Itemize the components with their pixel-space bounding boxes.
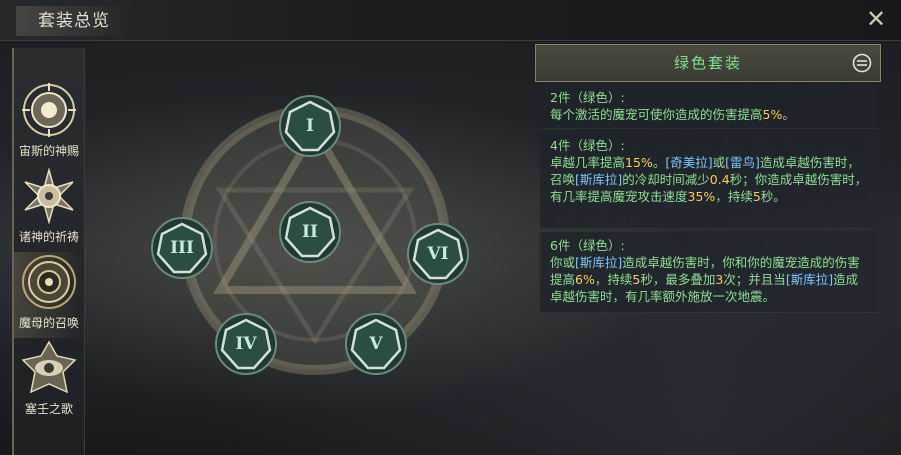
bonus-description: 卓越几率提高15%。[奇美拉]或[雷鸟]造成卓越伤害时，召唤[斯库拉]的冷却时间… [550,154,870,205]
pet-name: [斯库拉] [785,272,834,287]
bonus-text: 秒。 [760,189,786,204]
sun-emblem-icon [22,83,76,137]
bonus-tier-heading: 6件（绿色）: [550,238,625,253]
bonus-text: 。 [652,155,666,170]
set-piece-slot-5[interactable]: V [344,312,408,376]
set-piece-slot-1[interactable]: I [278,94,342,158]
sidebar-item-gods-prayer[interactable]: 诸神的祈祷 [14,166,84,252]
set-sigil-diagram: I II III IV V VI [150,80,480,400]
bonus-text: 秒，最多叠加 [640,272,716,287]
slot-numeral: V [369,334,383,354]
close-icon[interactable]: ✕ [861,4,891,34]
set-bonus-4pc: 4件（绿色）: 卓越几率提高15%。[奇美拉]或[雷鸟]造成卓越伤害时，召唤[斯… [540,132,878,229]
set-bonus-6pc: 6件（绿色）: 你或[斯库拉]造成卓越伤害时，你和你的魔宠造成的伤害提高6%，持… [540,232,878,313]
set-piece-slot-2[interactable]: II [278,200,342,264]
bonus-value: 15% [625,155,653,170]
sidebar-item-label: 塞壬之歌 [24,402,73,416]
sidebar-item-label: 魔母的召唤 [18,316,79,330]
slot-numeral: VI [427,244,449,264]
bonus-value: 0.4 [709,172,730,187]
slot-numeral: II [302,222,318,242]
bonus-text: 的冷却时间减少 [622,172,710,187]
sidebar-item-siren-song[interactable]: 塞壬之歌 [14,338,84,424]
bonus-value: 6% [575,272,595,287]
bonus-tier-heading: 2件（绿色）: [550,90,625,105]
bonus-text: 你或 [550,255,576,270]
set-name: 绿色套装 [673,54,742,72]
bonus-text: 次；并且当 [723,272,786,287]
bonus-text: 卓越几率提高 [550,155,626,170]
sidebar-item-label: 诸神的祈祷 [18,230,79,244]
slot-numeral: I [306,116,314,136]
set-bonus-2pc: 2件（绿色）: 每个激活的魔宠可使你造成的伤害提高5%。 [540,84,878,129]
bonus-description: 你或[斯库拉]造成卓越伤害时，你和你的魔宠造成的伤害提高6%，持续5秒，最多叠加… [550,254,870,305]
bonus-value: 5 [752,189,761,204]
bonus-text: 。 [782,107,795,122]
bonus-text: 或 [712,155,726,170]
bonus-text: ，持续 [594,272,633,287]
filter-toggle-icon[interactable] [852,53,872,73]
bonus-text: ，持续 [715,189,753,204]
radiant-star-emblem-icon [24,168,74,224]
pet-name: [斯库拉] [575,172,623,187]
set-name-header: 绿色套装 [535,44,881,82]
bonus-value: 5% [762,107,783,122]
top-bar: 套装总览 ✕ [0,0,901,41]
sidebar-item-label: 宙斯的神赐 [18,144,79,158]
bonus-value: 35% [687,189,716,204]
pet-name: [雷鸟] [725,155,760,170]
slot-numeral: IV [235,334,257,354]
spiked-orb-emblem-icon [22,255,76,309]
sidebar-item-zeus[interactable]: 宙斯的神赐 [14,80,84,166]
bonus-description: 每个激活的魔宠可使你造成的伤害提高5%。 [550,106,870,123]
set-piece-slot-4[interactable]: IV [214,312,278,376]
pet-name: [奇美拉] [665,155,713,170]
sidebar-item-demon-mother[interactable]: 魔母的召唤 [14,252,84,338]
set-piece-slot-6[interactable]: VI [406,222,470,286]
set-piece-slot-3[interactable]: III [150,216,214,280]
page-title: 套装总览 [16,6,134,36]
slot-numeral: III [170,238,194,258]
pet-name: [斯库拉] [575,255,623,270]
bonus-tier-heading: 4件（绿色）: [550,138,625,153]
set-list-sidebar: 宙斯的神赐 诸神的祈祷 魔母的召唤 塞壬之歌 [12,48,85,455]
eye-emblem-icon [21,340,77,394]
bonus-text: 每个激活的魔宠可使你造成的伤害提高 [550,107,763,122]
